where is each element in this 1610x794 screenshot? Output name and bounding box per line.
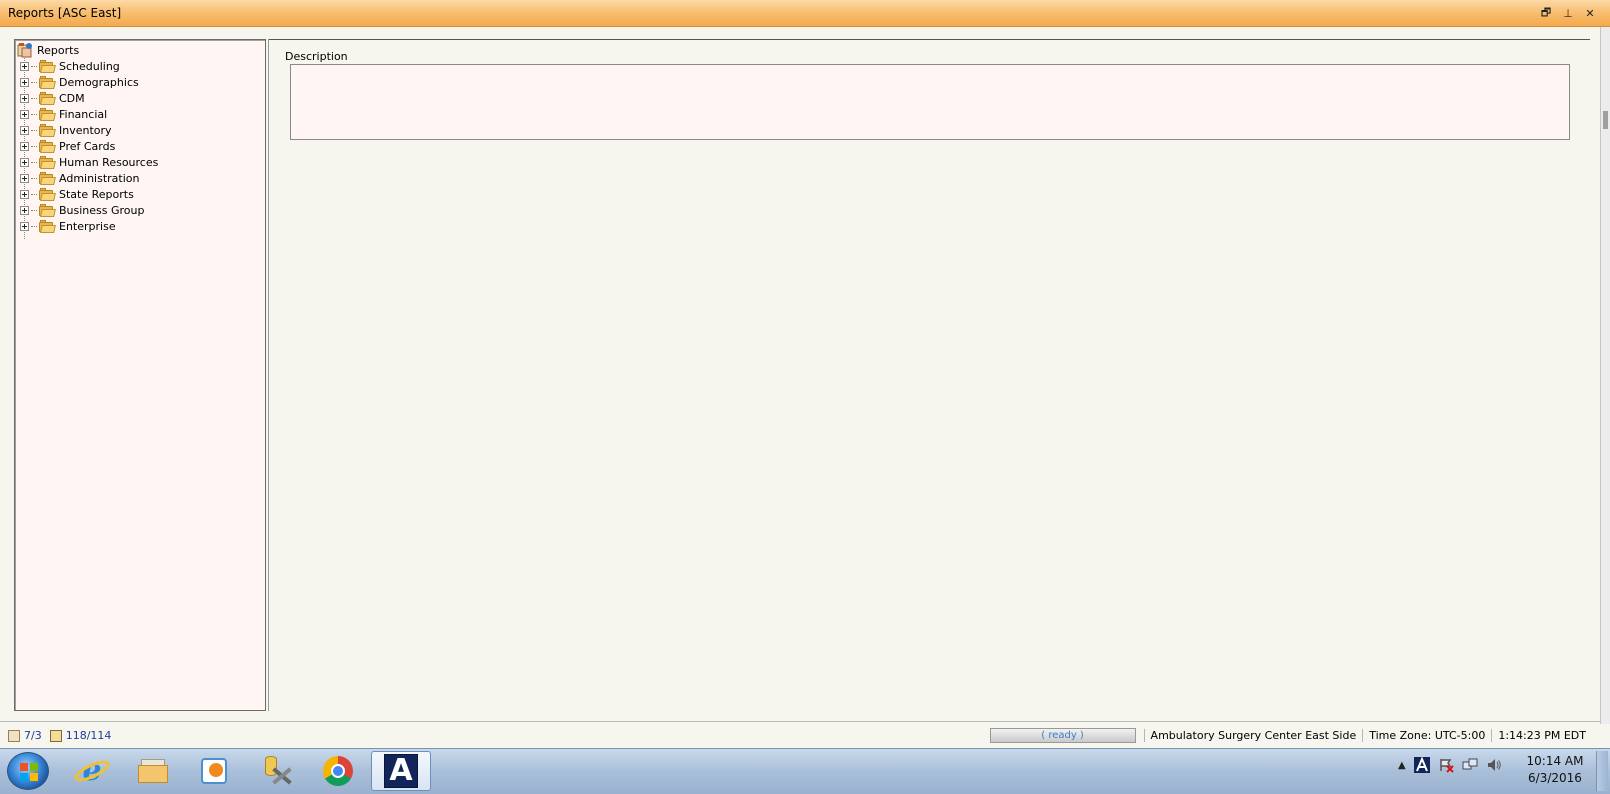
windows-explorer-icon bbox=[138, 759, 168, 783]
taskbar-database-tools[interactable] bbox=[248, 751, 304, 791]
tree-item-state-reports[interactable]: State Reports bbox=[20, 186, 134, 202]
scrollbar-thumb[interactable] bbox=[1603, 111, 1608, 129]
expand-icon[interactable] bbox=[20, 205, 29, 215]
clock-date: 6/3/2016 bbox=[1528, 771, 1582, 785]
tree-item-human-resources[interactable]: Human Resources bbox=[20, 154, 158, 170]
folder-icon bbox=[39, 139, 56, 153]
folder-icon bbox=[39, 75, 56, 89]
tree-item-enterprise[interactable]: Enterprise bbox=[20, 218, 116, 234]
tree-item-financial[interactable]: Financial bbox=[20, 106, 107, 122]
volume-icon[interactable] bbox=[1486, 757, 1502, 773]
tree-item-label: Business Group bbox=[59, 203, 145, 217]
a-app-icon: A bbox=[384, 754, 418, 788]
expand-icon[interactable] bbox=[20, 157, 29, 167]
folder-icon bbox=[39, 171, 56, 185]
tasks-count[interactable]: 118/114 bbox=[66, 729, 112, 742]
status-info: ( ready ) Ambulatory Surgery Center East… bbox=[989, 728, 1592, 743]
tree-item-inventory[interactable]: Inventory bbox=[20, 122, 112, 138]
a-app-tray-icon[interactable] bbox=[1413, 757, 1430, 773]
taskbar-chrome[interactable] bbox=[310, 751, 366, 791]
folder-icon bbox=[39, 203, 56, 217]
reports-icon bbox=[17, 42, 33, 58]
tree-root-reports[interactable]: Reports bbox=[17, 42, 79, 58]
tree-item-label: Financial bbox=[59, 107, 108, 121]
tree-item-demographics[interactable]: Demographics bbox=[20, 74, 139, 90]
reports-tree[interactable]: Reports Scheduling Demographics CDM Fina… bbox=[14, 39, 266, 711]
tree-root-label: Reports bbox=[37, 43, 80, 57]
taskbar-windows-explorer[interactable] bbox=[125, 751, 181, 791]
tree-item-cdm[interactable]: CDM bbox=[20, 90, 85, 106]
action-center-icon[interactable] bbox=[1438, 757, 1454, 773]
divider bbox=[268, 39, 1590, 40]
expand-icon[interactable] bbox=[20, 221, 29, 231]
tree-item-business-group[interactable]: Business Group bbox=[20, 202, 145, 218]
window-titlebar: Reports [ASC East] 🗗 ⊥ ✕ bbox=[0, 0, 1610, 27]
status-bar: 7/3 118/114 ( ready ) Ambulatory Surgery… bbox=[0, 724, 1600, 748]
tree-item-label: State Reports bbox=[59, 187, 134, 201]
expand-icon[interactable] bbox=[20, 125, 29, 135]
status-counters: 7/3 118/114 bbox=[8, 729, 111, 742]
close-button[interactable]: ✕ bbox=[1582, 5, 1598, 21]
tree-item-label: Inventory bbox=[59, 123, 112, 137]
tree-item-label: Human Resources bbox=[59, 155, 159, 169]
chrome-icon bbox=[323, 756, 353, 786]
description-box bbox=[290, 64, 1570, 140]
system-clock[interactable]: 10:14 AM 6/3/2016 bbox=[1510, 753, 1600, 787]
taskbar: e A ▲ 10:14 AM 6/3/2016 bbox=[0, 748, 1610, 794]
tasks-icon[interactable] bbox=[49, 729, 62, 742]
expand-icon[interactable] bbox=[20, 77, 29, 87]
folder-icon bbox=[39, 123, 56, 137]
progress-bar: ( ready ) bbox=[989, 728, 1136, 743]
show-hidden-icons-button[interactable]: ▲ bbox=[1398, 760, 1406, 771]
network-icon[interactable] bbox=[1462, 757, 1478, 773]
vertical-scrollbar[interactable] bbox=[1600, 27, 1610, 724]
folder-icon bbox=[39, 219, 56, 233]
start-button[interactable] bbox=[7, 752, 49, 790]
folder-icon bbox=[39, 59, 56, 73]
window-controls: 🗗 ⊥ ✕ bbox=[1538, 5, 1598, 21]
taskbar-a-app[interactable]: A bbox=[371, 751, 431, 791]
server-time: 1:14:23 PM EDT bbox=[1491, 729, 1592, 742]
tree-item-scheduling[interactable]: Scheduling bbox=[20, 58, 120, 74]
divider bbox=[0, 721, 1600, 722]
expand-icon[interactable] bbox=[20, 141, 29, 151]
expand-icon[interactable] bbox=[20, 189, 29, 199]
tree-item-label: Pref Cards bbox=[59, 139, 116, 153]
description-label: Description bbox=[285, 50, 348, 63]
tree-item-pref-cards[interactable]: Pref Cards bbox=[20, 138, 115, 154]
expand-icon[interactable] bbox=[20, 173, 29, 183]
show-desktop-button[interactable] bbox=[1596, 751, 1608, 791]
messages-count[interactable]: 7/3 bbox=[24, 729, 42, 742]
messages-icon[interactable] bbox=[8, 729, 20, 742]
taskbar-internet-explorer[interactable]: e bbox=[64, 751, 120, 791]
folder-icon bbox=[39, 107, 56, 121]
restore-button[interactable]: 🗗 bbox=[1538, 5, 1554, 21]
expand-icon[interactable] bbox=[20, 109, 29, 119]
folder-icon bbox=[39, 91, 56, 105]
clock-time: 10:14 AM bbox=[1526, 754, 1584, 768]
tree-item-label: Scheduling bbox=[59, 59, 120, 73]
panel-splitter[interactable] bbox=[268, 39, 269, 711]
database-tools-icon bbox=[261, 756, 292, 786]
tree-item-label: Administration bbox=[59, 171, 140, 185]
expand-icon[interactable] bbox=[20, 93, 29, 103]
folder-icon bbox=[39, 187, 56, 201]
tree-item-administration[interactable]: Administration bbox=[20, 170, 140, 186]
facility-name: Ambulatory Surgery Center East Side bbox=[1143, 729, 1363, 742]
pin-button[interactable]: ⊥ bbox=[1560, 5, 1576, 21]
folder-icon bbox=[39, 155, 56, 169]
system-tray: ▲ bbox=[1398, 757, 1502, 773]
tree-item-label: Demographics bbox=[59, 75, 139, 89]
taskbar-media-player[interactable] bbox=[186, 751, 242, 791]
windows-flag-icon bbox=[20, 763, 38, 781]
timezone-label: Time Zone: UTC-5:00 bbox=[1362, 729, 1491, 742]
expand-icon[interactable] bbox=[20, 61, 29, 71]
tree-item-label: CDM bbox=[59, 91, 85, 105]
media-player-icon bbox=[201, 758, 227, 784]
tree-item-label: Enterprise bbox=[59, 219, 116, 233]
window-title: Reports [ASC East] bbox=[8, 6, 122, 20]
